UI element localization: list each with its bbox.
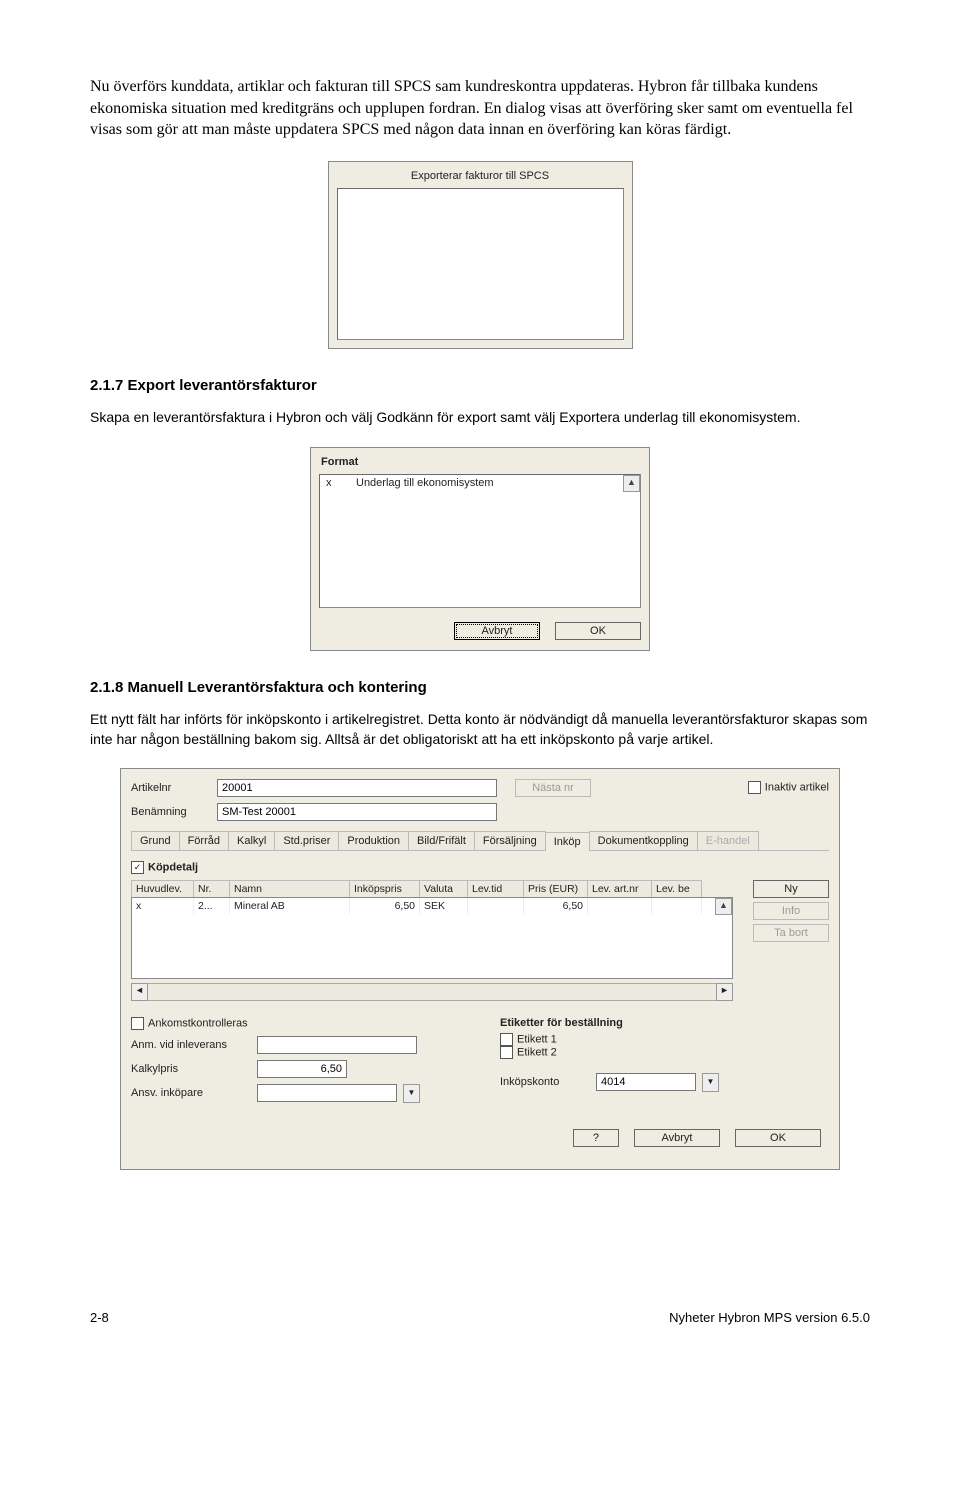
tab-std-priser[interactable]: Std.priser (274, 831, 339, 850)
list-item[interactable]: x Underlag till ekonomisystem (320, 475, 640, 491)
column-header[interactable]: Nr. (193, 880, 230, 898)
list-mark: x (320, 475, 350, 491)
ny-button[interactable]: Ny (753, 880, 829, 898)
format-label: Format (311, 448, 649, 474)
anm-label: Anm. vid inleverans (131, 1039, 251, 1051)
export-spcs-dialog: Exporterar fakturor till SPCS (328, 161, 633, 349)
inkopskonto-label: Inköpskonto (500, 1076, 590, 1088)
kopdetalj-checkbox[interactable]: ✓Köpdetalj (131, 861, 829, 874)
intro-paragraph: Nu överförs kunddata, artiklar och faktu… (90, 76, 870, 141)
cancel-button[interactable]: Avbryt (454, 622, 540, 640)
cell-huvudlev: x (132, 898, 194, 914)
cell-namn: Mineral AB (230, 898, 350, 914)
benamning-field[interactable] (217, 803, 497, 821)
cell-inkopspris: 6,50 (350, 898, 420, 914)
help-button[interactable]: ? (573, 1129, 619, 1147)
cell-priseur: 6,50 (524, 898, 588, 914)
dialog-listbox (337, 188, 624, 340)
tab-kalkyl[interactable]: Kalkyl (228, 831, 275, 850)
scroll-left-icon[interactable]: ◄ (131, 983, 148, 1001)
column-header[interactable]: Valuta (419, 880, 468, 898)
artikelnr-label: Artikelnr (131, 782, 211, 794)
etikett1-checkbox[interactable]: Etikett 1 (500, 1033, 829, 1046)
tab-bild-frif-lt[interactable]: Bild/Frifält (408, 831, 475, 850)
column-header[interactable]: Huvudlev. (131, 880, 194, 898)
chevron-down-icon[interactable]: ▼ (403, 1084, 420, 1103)
format-dialog: Format x Underlag till ekonomisystem ▲ A… (310, 447, 650, 651)
scroll-up-icon[interactable]: ▲ (623, 475, 640, 492)
etikett2-checkbox[interactable]: Etikett 2 (500, 1046, 829, 1059)
cell-levartnr (588, 898, 652, 914)
info-button: Info (753, 902, 829, 920)
grid-body[interactable]: x 2... Mineral AB 6,50 SEK 6,50 ▲ (131, 897, 733, 979)
article-panel: Artikelnr Nästa nr Inaktiv artikel Benäm… (120, 768, 840, 1170)
anm-field[interactable] (257, 1036, 417, 1054)
benamning-label: Benämning (131, 806, 211, 818)
section-217-text: Skapa en leverantörsfaktura i Hybron och… (90, 408, 870, 428)
column-header[interactable]: Lev. be (651, 880, 702, 898)
page-footer: 2-8 Nyheter Hybron MPS version 6.5.0 (90, 1310, 870, 1325)
inaktiv-artikel-checkbox[interactable]: Inaktiv artikel (748, 781, 829, 794)
column-header[interactable]: Inköpspris (349, 880, 420, 898)
scroll-up-icon[interactable]: ▲ (715, 898, 732, 915)
footer-title: Nyheter Hybron MPS version 6.5.0 (669, 1310, 870, 1325)
table-row[interactable]: x 2... Mineral AB 6,50 SEK 6,50 (132, 898, 732, 914)
tab-dokumentkoppling[interactable]: Dokumentkoppling (589, 831, 698, 850)
cancel-button[interactable]: Avbryt (634, 1129, 720, 1147)
tabort-button: Ta bort (753, 924, 829, 942)
ok-button[interactable]: OK (555, 622, 641, 640)
artikelnr-field[interactable] (217, 779, 497, 797)
ansv-label: Ansv. inköpare (131, 1087, 251, 1099)
column-header[interactable]: Namn (229, 880, 350, 898)
column-header[interactable]: Lev.tid (467, 880, 524, 898)
cell-nr: 2... (194, 898, 230, 914)
tab-e-handel: E-handel (697, 831, 759, 850)
section-218-heading: 2.1.8 Manuell Leverantörsfaktura och kon… (90, 679, 870, 696)
chevron-down-icon[interactable]: ▼ (702, 1073, 719, 1092)
cell-valuta: SEK (420, 898, 468, 914)
kalkylpris-field[interactable] (257, 1060, 347, 1078)
ankomst-checkbox[interactable]: Ankomstkontrolleras (131, 1017, 460, 1030)
section-218-text: Ett nytt fält har införts för inköpskont… (90, 710, 870, 749)
tab-grund[interactable]: Grund (131, 831, 180, 850)
grid-header: Huvudlev.Nr.NamnInköpsprisValutaLev.tidP… (131, 880, 733, 898)
tab-produktion[interactable]: Produktion (338, 831, 409, 850)
ansv-field[interactable] (257, 1084, 397, 1102)
tab-f-rr-d[interactable]: Förråd (179, 831, 229, 850)
column-header[interactable]: Lev. art.nr (587, 880, 652, 898)
dialog-title: Exporterar fakturor till SPCS (329, 162, 632, 188)
etiketter-heading: Etiketter för beställning (500, 1017, 829, 1029)
ok-button[interactable]: OK (735, 1129, 821, 1147)
list-text: Underlag till ekonomisystem (350, 475, 640, 491)
horizontal-scrollbar[interactable]: ◄ ► (131, 983, 733, 1001)
check-icon: ✓ (131, 861, 144, 874)
format-listbox[interactable]: x Underlag till ekonomisystem ▲ (319, 474, 641, 608)
inkopskonto-field[interactable] (596, 1073, 696, 1091)
scroll-right-icon[interactable]: ► (716, 983, 733, 1001)
tab-ink-p[interactable]: Inköp (545, 832, 590, 851)
kalkylpris-label: Kalkylpris (131, 1063, 251, 1075)
cell-levbe (652, 898, 702, 914)
page-number: 2-8 (90, 1310, 109, 1325)
column-header[interactable]: Pris (EUR) (523, 880, 588, 898)
cell-levtid (468, 898, 524, 914)
tab-bar: GrundFörrådKalkylStd.priserProduktionBil… (131, 831, 829, 851)
section-217-heading: 2.1.7 Export leverantörsfakturor (90, 377, 870, 394)
tab-f-rs-ljning[interactable]: Försäljning (474, 831, 546, 850)
nasta-nr-button: Nästa nr (515, 779, 591, 797)
